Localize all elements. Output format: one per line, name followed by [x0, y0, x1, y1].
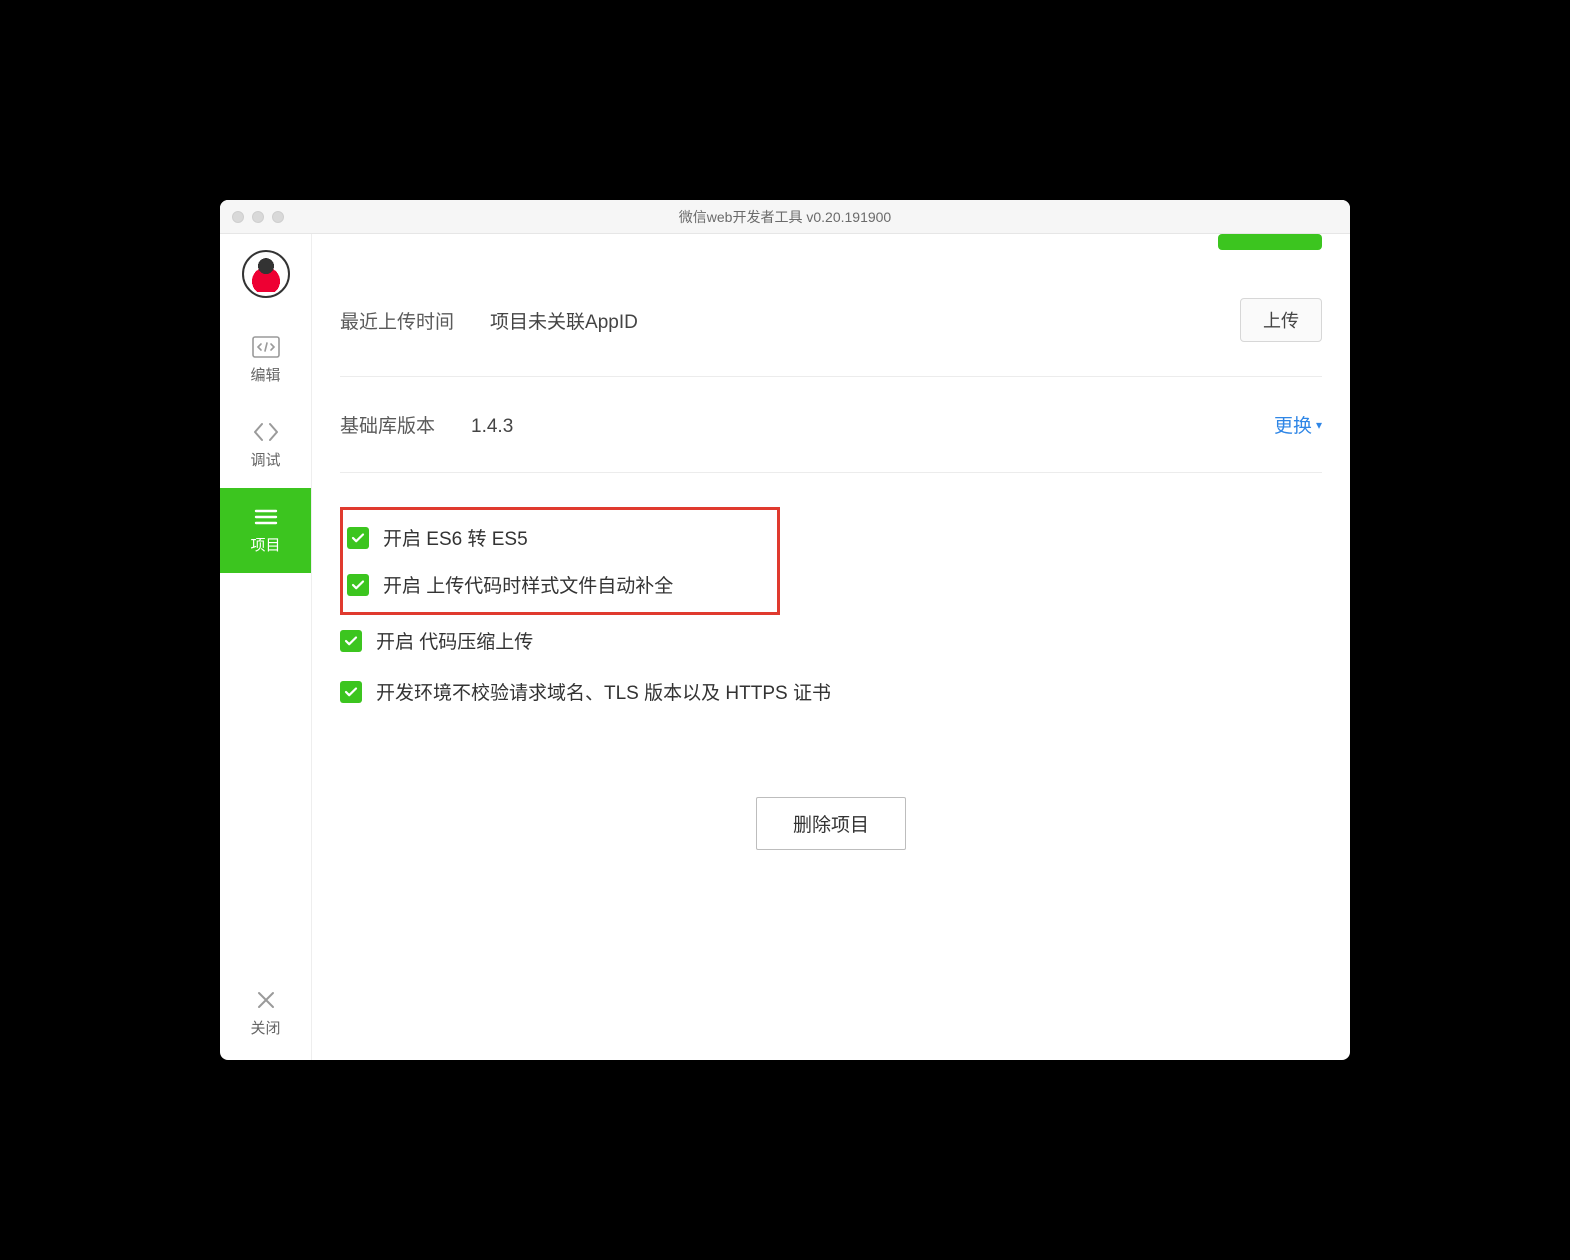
checkbox-checked-icon[interactable]: [347, 527, 369, 549]
option-style-autocomplete[interactable]: 开启 上传代码时样式文件自动补全: [347, 561, 769, 608]
change-lib-label: 更换: [1274, 411, 1312, 438]
chevron-down-icon: ▾: [1316, 418, 1322, 432]
change-lib-link[interactable]: 更换 ▾: [1274, 411, 1322, 438]
sidebar: 编辑 调试 项目 关闭: [220, 234, 312, 1060]
last-upload-label: 最近上传时间: [340, 307, 454, 334]
option-label: 开启 上传代码时样式文件自动补全: [383, 571, 673, 598]
option-label: 开发环境不校验请求域名、TLS 版本以及 HTTPS 证书: [376, 678, 831, 705]
upload-section: 最近上传时间 项目未关联AppID 上传: [340, 234, 1322, 377]
lib-version-section: 基础库版本 1.4.3 更换 ▾: [340, 377, 1322, 473]
sidebar-item-close[interactable]: 关闭: [220, 971, 311, 1060]
code-brackets-icon: [252, 421, 280, 443]
option-minify-upload[interactable]: 开启 代码压缩上传: [340, 615, 1322, 666]
sidebar-item-edit[interactable]: 编辑: [220, 318, 311, 403]
close-icon: [255, 989, 277, 1011]
avatar[interactable]: [242, 250, 290, 298]
last-upload-value: 项目未关联AppID: [490, 307, 638, 334]
partial-button[interactable]: [1218, 234, 1322, 250]
compile-options: 开启 ES6 转 ES5 开启 上传代码时样式文件自动补全 开启 代码压缩上传: [340, 473, 1322, 717]
close-window-icon[interactable]: [232, 211, 244, 223]
app-window: 微信web开发者工具 v0.20.191900 编辑 调试: [220, 200, 1350, 1060]
delete-project-button[interactable]: 删除项目: [756, 797, 906, 850]
option-skip-domain-check[interactable]: 开发环境不校验请求域名、TLS 版本以及 HTTPS 证书: [340, 666, 1322, 717]
sidebar-item-label: 编辑: [250, 364, 280, 385]
lib-version-value: 1.4.3: [471, 416, 513, 438]
checkbox-checked-icon[interactable]: [347, 574, 369, 596]
window-title: 微信web开发者工具 v0.20.191900: [220, 207, 1350, 227]
checkbox-checked-icon[interactable]: [340, 630, 362, 652]
upload-button[interactable]: 上传: [1240, 298, 1322, 342]
annotation-highlight: 开启 ES6 转 ES5 开启 上传代码时样式文件自动补全: [340, 507, 780, 615]
code-editor-icon: [252, 336, 280, 358]
sidebar-item-label: 项目: [250, 534, 280, 555]
option-label: 开启 ES6 转 ES5: [383, 524, 528, 551]
minimize-window-icon[interactable]: [252, 211, 264, 223]
lib-version-label: 基础库版本: [340, 411, 435, 438]
menu-icon: [252, 506, 280, 528]
zoom-window-icon[interactable]: [272, 211, 284, 223]
window-controls[interactable]: [220, 211, 284, 223]
titlebar: 微信web开发者工具 v0.20.191900: [220, 200, 1350, 234]
main-content: 最近上传时间 项目未关联AppID 上传 基础库版本 1.4.3 更换 ▾: [312, 234, 1350, 1060]
sidebar-item-debug[interactable]: 调试: [220, 403, 311, 488]
checkbox-checked-icon[interactable]: [340, 681, 362, 703]
option-label: 开启 代码压缩上传: [376, 627, 533, 654]
option-es6-to-es5[interactable]: 开启 ES6 转 ES5: [347, 514, 769, 561]
sidebar-item-label: 关闭: [250, 1017, 280, 1038]
sidebar-item-project[interactable]: 项目: [220, 488, 311, 573]
sidebar-item-label: 调试: [250, 449, 280, 470]
